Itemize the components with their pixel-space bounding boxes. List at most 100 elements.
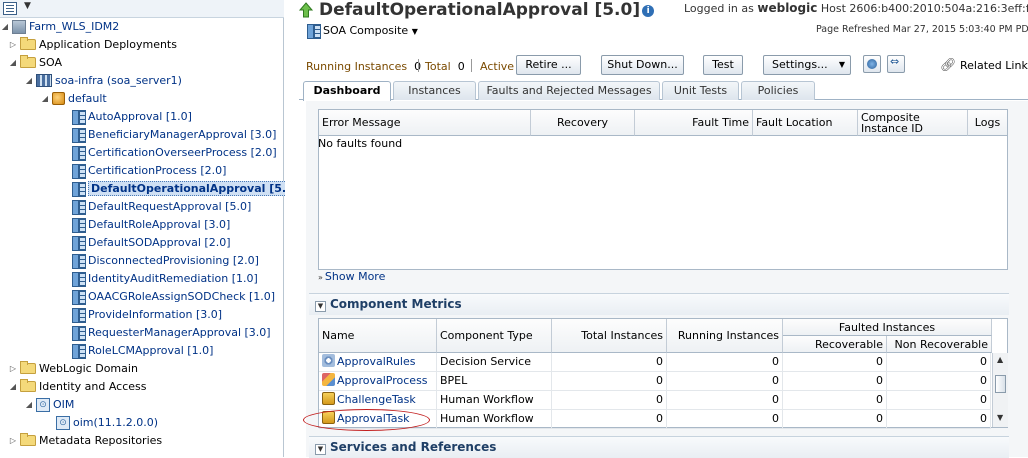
column-header-logs[interactable]: Logs [968, 110, 1007, 136]
tree-node-composite-selected[interactable]: DefaultOperationalApproval [5.0 [70, 180, 297, 198]
twisty-expanded-icon[interactable]: ◢ [0, 18, 10, 36]
up-arrow-icon[interactable] [298, 2, 314, 18]
tree-node-composite[interactable]: DefaultRequestApproval [5.0] [70, 198, 251, 216]
settings-menu-button[interactable]: Settings... ▼ [763, 55, 851, 75]
tab-policies[interactable]: Policies [741, 81, 815, 100]
collapse-icon[interactable]: ▼ [315, 301, 326, 312]
tree-node-weblogic-domain[interactable]: ▷ WebLogic Domain [8, 360, 138, 378]
show-more-link[interactable]: » Show More [318, 270, 385, 283]
page-scrollbar[interactable] [1012, 101, 1028, 457]
folder-icon [20, 361, 36, 374]
services-and-references-header[interactable]: ▼ Services and References [309, 436, 1009, 458]
column-header-total-instances[interactable]: Total Instances [552, 319, 667, 353]
tree-node-oim[interactable]: ◢ ⊙ OIM [24, 396, 74, 414]
info-icon[interactable]: i [642, 5, 655, 17]
table-scrollbar[interactable]: ▲ ▼ [992, 353, 1008, 427]
twisty-expanded-icon[interactable]: ◢ [24, 72, 34, 90]
tree-node-composite[interactable]: DefaultRoleApproval [3.0] [70, 216, 230, 234]
tree-node-oim-instance[interactable]: ⊙ oim(11.1.2.0.0) [54, 414, 158, 432]
tab-dashboard[interactable]: Dashboard [303, 81, 391, 101]
tree-node-composite[interactable]: DefaultSODApproval [2.0] [70, 234, 231, 252]
composite-toolbar: Running Instances 0 Total 0 Active Retir… [300, 52, 1028, 78]
tree-node-composite[interactable]: BeneficiaryManagerApproval [3.0] [70, 126, 276, 144]
tree-node-composite[interactable]: IdentityAuditRemediation [1.0] [70, 270, 258, 288]
link-icon: 🔗︎ [940, 58, 957, 73]
navigator-menu-icon[interactable] [3, 2, 17, 15]
tree-node-composite[interactable]: RequesterManagerApproval [3.0] [70, 324, 271, 342]
column-header-fault-time[interactable]: Fault Time [635, 110, 753, 136]
scrollbar-thumb[interactable] [995, 375, 1006, 393]
related-links-menu[interactable]: 🔗︎ Related Links [940, 58, 1028, 73]
table-row: ChallengeTask Human Workflow 0 0 0 0 [319, 391, 991, 410]
soa-composite-menu[interactable]: SOA Composite ▼ [305, 22, 418, 40]
chevron-down-icon: ▼ [838, 60, 845, 69]
farm-icon [12, 20, 26, 34]
deploy-icon[interactable] [863, 55, 881, 73]
tree-node-composite[interactable]: DisconnectedProvisioning [2.0] [70, 252, 259, 270]
twisty-expanded-icon[interactable]: ◢ [40, 90, 50, 108]
composite-icon [72, 308, 86, 323]
navigator-menu-caret-icon[interactable]: ▼ [24, 1, 31, 11]
column-header-composite-instance-id[interactable]: Composite Instance ID [858, 110, 968, 136]
component-link[interactable]: ChallengeTask [337, 393, 416, 406]
twisty-collapsed-icon[interactable]: ▷ [8, 36, 18, 54]
composite-icon [72, 110, 86, 125]
no-faults-message: No faults found [318, 137, 403, 150]
tab-unit-tests[interactable]: Unit Tests [662, 81, 739, 100]
oim-icon: ⊙ [56, 416, 70, 430]
folder-icon [20, 37, 36, 50]
tree-node-default[interactable]: ◢ default [40, 90, 107, 108]
column-header-recoverable[interactable]: Recoverable [783, 336, 887, 353]
scroll-down-icon[interactable]: ▼ [997, 413, 1003, 422]
component-link[interactable]: ApprovalRules [337, 355, 415, 368]
column-header-error-message[interactable]: Error Message [319, 110, 531, 136]
highlight-annotation [303, 409, 430, 431]
partition-icon [52, 92, 65, 105]
component-metrics-header[interactable]: ▼ Component Metrics [309, 293, 1009, 315]
tree-node-identity-and-access[interactable]: ◢ Identity and Access [8, 378, 147, 396]
composite-icon [72, 326, 86, 341]
recent-faults-table: Error Message Recovery Fault Time Fault … [318, 109, 1008, 270]
total-instances: Total 0 [425, 60, 465, 73]
tree-node-composite[interactable]: AutoApproval [1.0] [70, 108, 192, 126]
navigator-toolbar: ▼ [0, 0, 284, 18]
twisty-collapsed-icon[interactable]: ▷ [8, 432, 18, 450]
twisty-expanded-icon[interactable]: ◢ [24, 396, 34, 414]
tab-faults-and-rejected-messages[interactable]: Faults and Rejected Messages [478, 81, 660, 100]
twisty-collapsed-icon[interactable]: ▷ [8, 360, 18, 378]
toolbar-divider [418, 59, 419, 72]
tree-node-application-deployments[interactable]: ▷ Application Deployments [8, 36, 177, 54]
column-header-component-type[interactable]: Component Type [437, 319, 552, 353]
tree-node-farm[interactable]: ◢ Farm_WLS_IDM2 [0, 18, 119, 36]
scroll-up-icon[interactable]: ▲ [997, 355, 1003, 364]
page-refreshed-timestamp: Page Refreshed Mar 27, 2015 5:03:40 PM P… [816, 24, 1028, 35]
twisty-expanded-icon[interactable]: ◢ [8, 54, 18, 72]
composite-icon [72, 254, 86, 269]
column-header-non-recoverable[interactable]: Non Recoverable [887, 336, 992, 353]
tree-node-metadata-repositories[interactable]: ▷ Metadata Repositories [8, 432, 162, 450]
tree-node-soa[interactable]: ◢ SOA [8, 54, 62, 72]
tree-node-composite[interactable]: ProvideInformation [3.0] [70, 306, 222, 324]
column-header-name[interactable]: Name [319, 319, 437, 353]
retire-button[interactable]: Retire ... [516, 55, 581, 75]
column-header-recovery[interactable]: Recovery [531, 110, 635, 136]
host-name: Host 2606:b400:2010:504a:216:3eff:fe4a:d… [820, 2, 1028, 15]
bpel-icon [322, 373, 335, 386]
chevron-down-icon: ▼ [411, 27, 418, 36]
twisty-expanded-icon[interactable]: ◢ [8, 378, 18, 396]
user-name[interactable]: weblogic [757, 1, 817, 15]
table-row: ApprovalProcess BPEL 0 0 0 0 [319, 372, 991, 391]
tree-node-composite[interactable]: RoleLCMApproval [1.0] [70, 342, 213, 360]
shut-down-button[interactable]: Shut Down... [601, 55, 684, 75]
tree-node-composite[interactable]: CertificationOverseerProcess [2.0] [70, 144, 277, 162]
tree-node-composite[interactable]: CertificationProcess [2.0] [70, 162, 226, 180]
column-header-running-instances[interactable]: Running Instances [667, 319, 783, 353]
test-button[interactable]: Test [703, 55, 743, 75]
collapse-icon[interactable]: ▼ [315, 444, 326, 455]
component-link[interactable]: ApprovalProcess [337, 374, 428, 387]
tree-node-composite[interactable]: OAACGRoleAssignSODCheck [1.0] [70, 288, 275, 306]
tree-node-soa-infra[interactable]: ◢ soa-infra (soa_server1) [24, 72, 182, 90]
column-header-fault-location[interactable]: Fault Location [753, 110, 858, 136]
export-icon[interactable]: ⇔ [887, 55, 905, 73]
tab-instances[interactable]: Instances [393, 81, 476, 100]
